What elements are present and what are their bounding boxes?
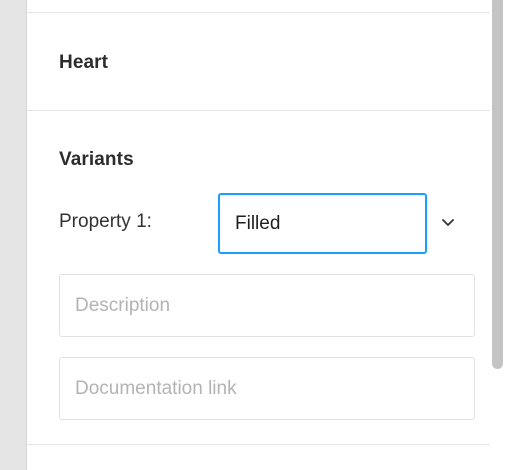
section-divider (27, 12, 490, 13)
canvas-area[interactable] (0, 0, 26, 470)
chevron-down-icon[interactable] (440, 217, 456, 229)
section-divider (27, 444, 490, 445)
section-divider (27, 110, 490, 111)
property-1-select[interactable]: Filled (218, 193, 427, 254)
description-input[interactable] (59, 274, 475, 337)
variants-heading: Variants (59, 149, 134, 170)
documentation-link-input[interactable] (59, 357, 475, 420)
component-properties-panel: Heart Variants Property 1: Filled (26, 0, 508, 470)
component-name-heading: Heart (59, 52, 109, 73)
scrollbar-thumb[interactable] (492, 0, 503, 369)
property-1-value: Filled (235, 212, 281, 234)
property-1-label: Property 1: (59, 211, 152, 232)
